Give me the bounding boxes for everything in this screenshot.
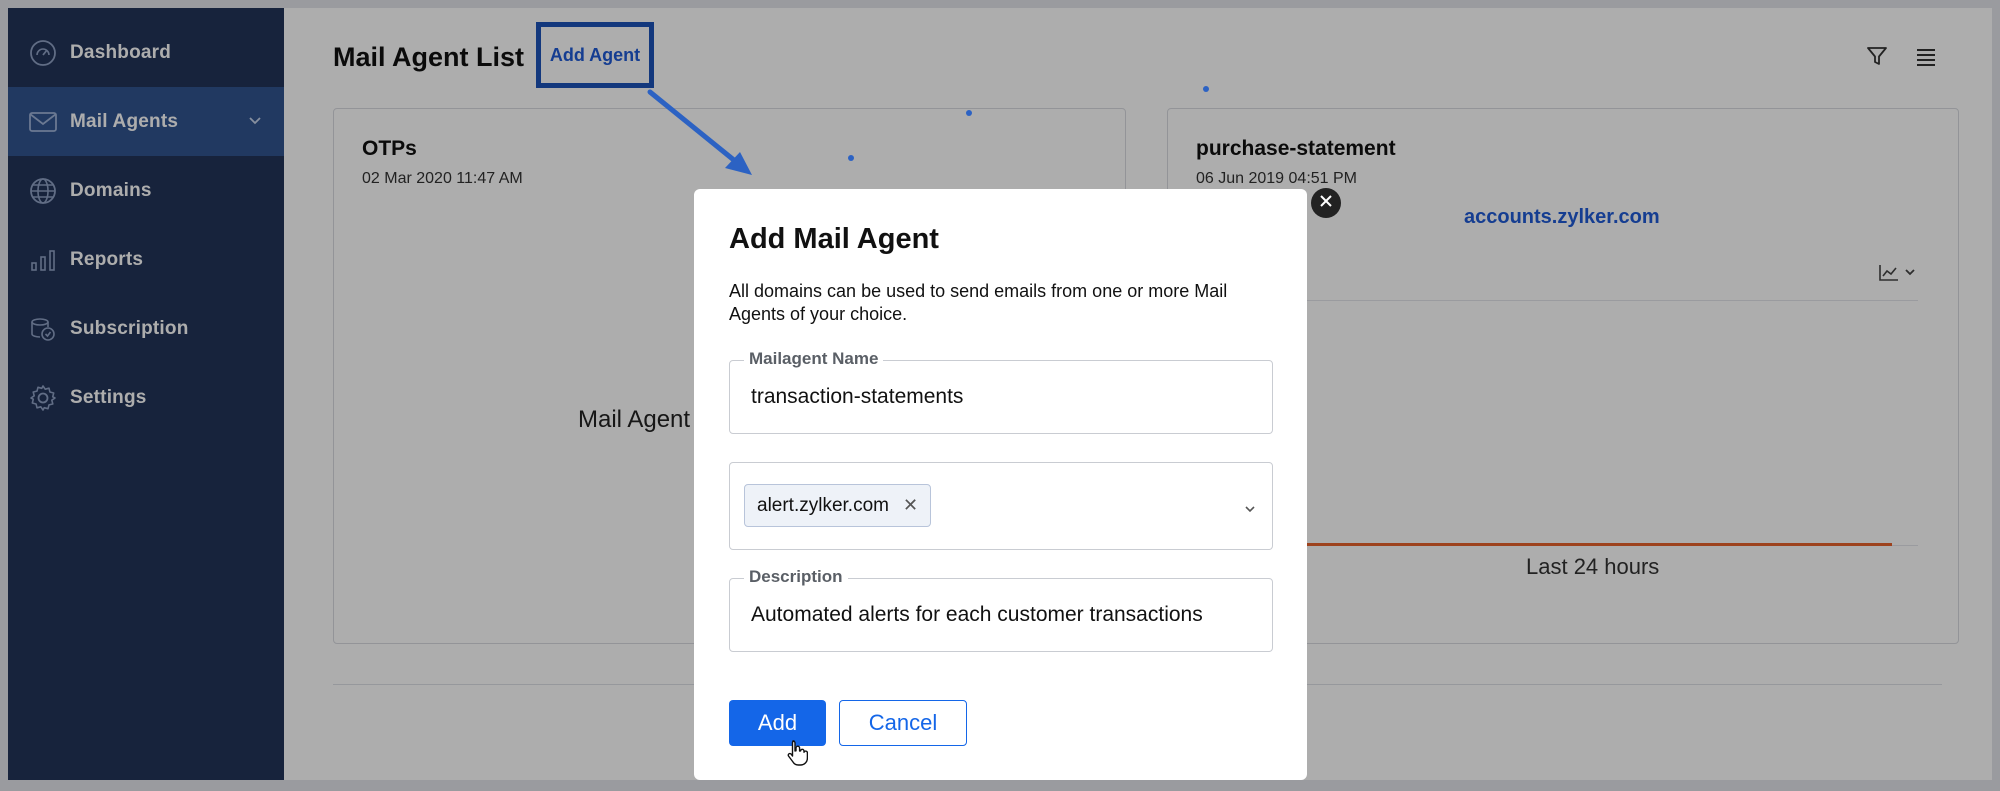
dialog-title: Add Mail Agent bbox=[729, 223, 939, 255]
description-value: Automated alerts for each customer trans… bbox=[751, 603, 1203, 626]
chip-label: alert.zylker.com bbox=[757, 494, 889, 516]
domain-select-field[interactable]: alert.zylker.com ✕ bbox=[729, 462, 1273, 550]
decorative-dot bbox=[848, 155, 854, 161]
field-label: Description bbox=[744, 567, 848, 587]
close-icon bbox=[1319, 194, 1333, 213]
add-mail-agent-dialog: Add Mail Agent All domains can be used t… bbox=[694, 189, 1307, 780]
chevron-down-icon[interactable] bbox=[1244, 501, 1256, 519]
cancel-button[interactable]: Cancel bbox=[839, 700, 967, 746]
mailagent-name-value: transaction-statements bbox=[751, 385, 964, 408]
domain-chip: alert.zylker.com ✕ bbox=[744, 484, 932, 527]
hand-cursor-icon bbox=[786, 739, 809, 772]
dialog-description: All domains can be used to send emails f… bbox=[729, 281, 1228, 324]
decorative-dot bbox=[966, 110, 972, 116]
field-label: Mailagent Name bbox=[744, 349, 884, 369]
chip-remove-icon[interactable]: ✕ bbox=[903, 495, 918, 516]
decorative-dot bbox=[1203, 86, 1209, 92]
close-dialog-button[interactable] bbox=[1311, 188, 1341, 218]
description-field[interactable]: Description Automated alerts for each cu… bbox=[729, 567, 1273, 652]
add-button[interactable]: Add bbox=[729, 700, 826, 746]
mailagent-name-field[interactable]: Mailagent Name transaction-statements bbox=[729, 349, 1273, 434]
